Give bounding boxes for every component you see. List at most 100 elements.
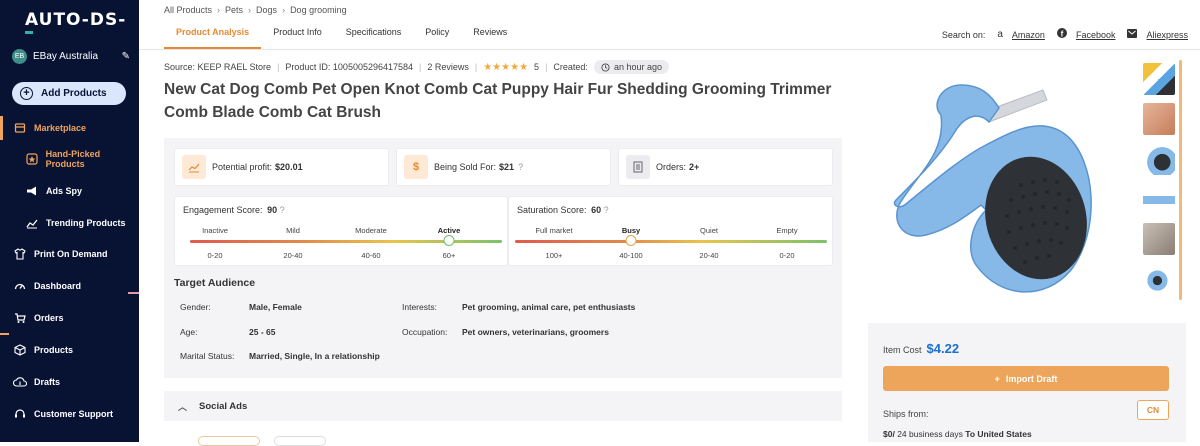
help-icon[interactable]: ?: [280, 205, 285, 215]
thumbnail-scrollbar[interactable]: [1179, 60, 1182, 300]
product-title: New Cat Dog Comb Pet Open Knot Comb Cat …: [164, 81, 832, 121]
item-cost: Item Cost $4.22: [883, 341, 959, 356]
saturation-title: Saturation Score: 60 ?: [517, 205, 609, 215]
created-value: an hour ago: [613, 62, 662, 72]
add-products-button[interactable]: + Add Products: [12, 82, 126, 105]
social-filter-button[interactable]: [274, 436, 326, 446]
analysis-card: Potential profit: $20.01 $ Being Sold Fo…: [164, 138, 842, 378]
sidebar-item-label: Dashboard: [34, 281, 82, 291]
shirt-icon: [13, 247, 27, 261]
occupation-value: Pet owners, veterinarians, groomers: [462, 327, 609, 337]
ships-from-label: Ships from:: [883, 409, 929, 419]
sidebar: AUTO-DS- EB EBay Australia ✎ + Add Produ…: [0, 0, 139, 442]
add-products-label: Add Products: [41, 88, 107, 99]
thumbnail-image[interactable]: [1143, 143, 1175, 175]
target-audience-title: Target Audience: [174, 277, 256, 289]
tab-policy[interactable]: Policy: [413, 27, 461, 49]
tab-bar: Product Analysis Product Info Specificat…: [164, 27, 519, 49]
avatar: EB: [12, 48, 27, 64]
interests-value: Pet grooming, animal care, pet enthusias…: [462, 302, 636, 312]
store-icon: [13, 121, 27, 135]
chevron-right-icon: ›: [217, 5, 221, 15]
import-draft-button[interactable]: + Import Draft: [883, 366, 1169, 391]
thumbnail-image[interactable]: [1143, 103, 1175, 135]
social-filter-button[interactable]: [198, 436, 260, 446]
ships-from-selector[interactable]: CN: [1137, 400, 1169, 420]
divider: |: [474, 62, 478, 72]
plus-icon: +: [994, 373, 1000, 384]
breadcrumb-item[interactable]: Dog grooming: [290, 5, 347, 15]
engagement-label: Engagement Score:: [183, 205, 263, 215]
level-label: Mild: [286, 226, 300, 235]
sidebar-item-drafts[interactable]: Drafts: [0, 371, 139, 393]
marital-label: Marital Status:: [180, 351, 235, 361]
social-ads-section[interactable]: ︿ Social Ads: [164, 391, 842, 421]
orders-label: Orders:: [656, 162, 687, 172]
range-label: 40-60: [361, 251, 381, 260]
sidebar-item-ads-spy[interactable]: Ads Spy: [0, 180, 139, 202]
sidebar-item-print-on-demand[interactable]: Print On Demand: [0, 243, 139, 265]
tab-product-analysis[interactable]: Product Analysis: [164, 27, 262, 49]
sold-label: Being Sold For:: [434, 162, 497, 172]
thumbnail-image[interactable]: [1143, 223, 1175, 255]
thumbnail-image[interactable]: [1143, 183, 1175, 215]
search-on-links: Search on: a Amazon f Facebook Aliexpres…: [942, 28, 1188, 41]
cart-icon: [13, 311, 27, 325]
divider-mark: [0, 333, 9, 335]
account-name: EBay Australia: [33, 50, 99, 62]
gauge-icon: [13, 279, 27, 293]
thumbnail-image[interactable]: [1143, 263, 1175, 295]
sidebar-item-hand-picked[interactable]: Hand-Picked Products: [0, 148, 139, 170]
sidebar-item-orders[interactable]: Orders: [0, 307, 139, 329]
tab-specifications[interactable]: Specifications: [334, 27, 414, 49]
sidebar-item-customer-support[interactable]: Customer Support: [0, 403, 139, 425]
help-icon[interactable]: ?: [604, 205, 609, 215]
facebook-icon: f: [1056, 28, 1067, 41]
source-store[interactable]: Source: KEEP RAEL Store: [164, 62, 271, 72]
sidebar-item-marketplace[interactable]: Marketplace: [0, 117, 139, 139]
engagement-knob: [443, 235, 455, 246]
sidebar-item-label: Trending Products: [46, 218, 126, 228]
account-switcher[interactable]: EB EBay Australia ✎: [12, 47, 130, 65]
gender-label: Gender:: [180, 302, 211, 312]
headset-icon: [13, 407, 27, 421]
tab-reviews[interactable]: Reviews: [461, 27, 519, 49]
facebook-link[interactable]: Facebook: [1076, 30, 1116, 40]
engagement-score-card: Engagement Score: 90 ? Inactive Mild Mod…: [174, 196, 508, 266]
shipping-days: 24 business days: [897, 429, 963, 439]
sidebar-item-products[interactable]: Products: [0, 339, 139, 361]
level-label-selected: Active: [437, 226, 461, 235]
sidebar-item-label: Orders: [34, 313, 64, 323]
aliexpress-link[interactable]: Aliexpress: [1146, 30, 1188, 40]
amazon-icon: a: [997, 29, 1003, 40]
breadcrumb-item[interactable]: Pets: [225, 5, 243, 15]
range-label: 20-40: [699, 251, 719, 260]
level-label-selected: Busy: [621, 226, 641, 235]
breadcrumb-item[interactable]: All Products: [164, 5, 212, 15]
trend-icon: [25, 216, 39, 230]
help-icon[interactable]: ?: [518, 162, 523, 172]
star-rating-icon: ★★★★★: [483, 61, 529, 73]
chevron-up-icon[interactable]: ︿: [178, 400, 187, 413]
being-sold-for-stat: $ Being Sold For: $21 ?: [396, 148, 611, 186]
tab-product-info[interactable]: Product Info: [261, 27, 334, 49]
orders-value: 2+: [689, 162, 700, 172]
pricing-card: Item Cost $4.22 + Import Draft Ships fro…: [868, 323, 1186, 442]
occupation-label: Occupation:: [402, 327, 448, 337]
gender-value: Male, Female: [249, 302, 302, 312]
reviews-count[interactable]: 2 Reviews: [427, 62, 469, 72]
edit-icon[interactable]: ✎: [122, 51, 130, 62]
star-box-icon: [25, 152, 39, 166]
engagement-meter: [190, 240, 502, 243]
thumbnail-image[interactable]: [1143, 63, 1175, 95]
level-label: Moderate: [355, 226, 387, 235]
sidebar-item-dashboard[interactable]: Dashboard: [0, 275, 139, 297]
app-logo: AUTO-DS-: [25, 10, 127, 30]
breadcrumb-item[interactable]: Dogs: [256, 5, 277, 15]
range-label: 60+: [442, 251, 456, 260]
level-label: Inactive: [202, 226, 228, 235]
amazon-link[interactable]: Amazon: [1012, 30, 1045, 40]
range-label: 40-100: [619, 251, 643, 260]
sidebar-item-trending[interactable]: Trending Products: [0, 212, 139, 234]
item-cost-label: Item Cost: [883, 345, 922, 355]
